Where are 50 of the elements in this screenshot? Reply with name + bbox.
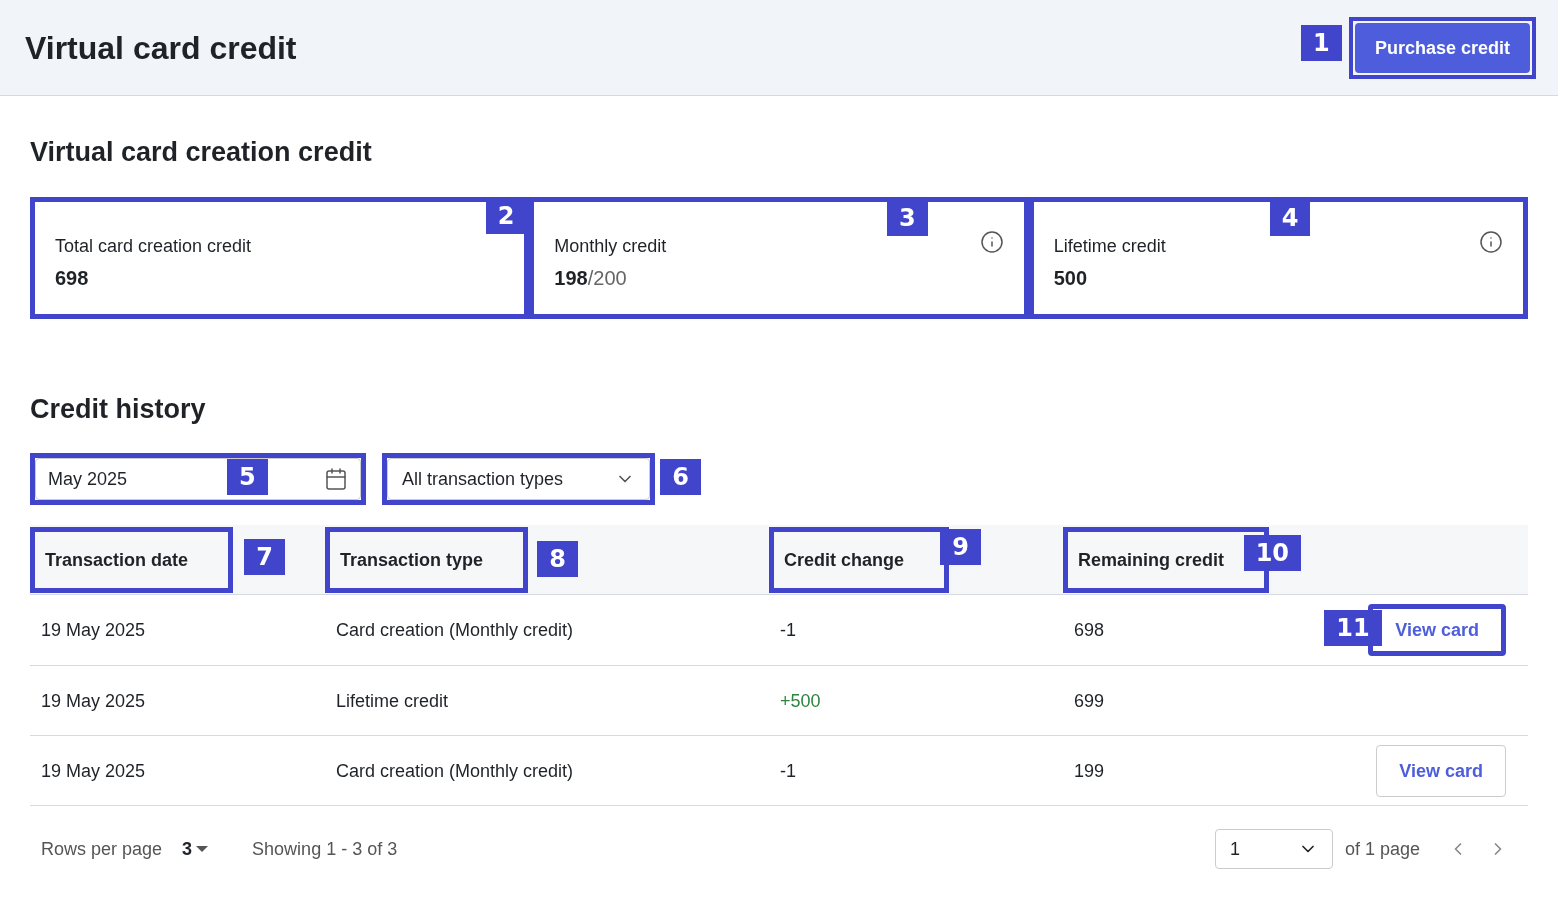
rows-per-page-select[interactable]: 3 xyxy=(182,835,209,863)
section-title: Virtual card creation credit xyxy=(30,136,373,169)
table-cell: 699 xyxy=(1074,690,1105,711)
table-cell: Lifetime credit xyxy=(336,690,449,711)
card-label: Total card creation credit xyxy=(55,234,252,258)
card-value: 698 xyxy=(55,266,89,289)
table-cell: -1 xyxy=(780,620,796,640)
table-cell: +500 xyxy=(780,690,821,711)
column-header[interactable]: Transaction type xyxy=(340,549,484,570)
callout-badge: 3 xyxy=(886,199,928,236)
purchase-credit-button[interactable]: Purchase credit xyxy=(1354,22,1530,73)
callout-badge: 11 xyxy=(1324,610,1382,646)
table-cell: Card creation (Monthly credit) xyxy=(336,760,574,781)
page-select[interactable]: 1 xyxy=(1214,829,1333,869)
column-header[interactable]: Credit change xyxy=(784,549,905,570)
table-cell: 19 May 2025 xyxy=(41,620,146,640)
column-header[interactable]: Transaction date xyxy=(45,549,189,570)
table-cell: 698 xyxy=(1074,620,1105,640)
callout-badge: 1 xyxy=(1300,24,1342,61)
info-icon[interactable] xyxy=(979,229,1004,254)
showing-text: Showing 1 - 3 of 3 xyxy=(252,838,398,861)
card-label: Monthly credit xyxy=(554,234,667,258)
view-card-button[interactable]: View card xyxy=(1376,744,1506,797)
callout-badge: 4 xyxy=(1269,199,1311,236)
card-label: Lifetime credit xyxy=(1053,234,1166,258)
callout-badge: 5 xyxy=(227,459,268,495)
callout-badge: 8 xyxy=(537,540,579,577)
page-count: of 1 page xyxy=(1344,838,1420,861)
callout-badge: 6 xyxy=(660,459,701,495)
table-cell: 199 xyxy=(1074,760,1105,781)
table-cell: 19 May 2025 xyxy=(41,760,146,781)
card-value: 198 xyxy=(554,266,588,289)
page-title: Virtual card credit xyxy=(25,28,297,68)
card-value: 500 xyxy=(1053,266,1088,289)
callout-badge: 7 xyxy=(244,538,286,575)
calendar-icon[interactable] xyxy=(324,467,348,491)
rows-per-page-label: Rows per page xyxy=(40,838,163,861)
table-cell: 19 May 2025 xyxy=(41,690,146,711)
info-icon[interactable] xyxy=(1479,229,1503,254)
view-card-button[interactable]: View card xyxy=(1368,604,1506,656)
callout-badge: 9 xyxy=(940,528,982,565)
date-value: May 2025 xyxy=(48,468,128,491)
table-cell: Card creation (Monthly credit) xyxy=(336,620,574,640)
section-title: Credit history xyxy=(30,392,207,426)
type-dropdown[interactable]: All transaction types xyxy=(387,458,650,500)
column-header[interactable]: Remaining credit xyxy=(1078,549,1225,570)
card-total: /200 xyxy=(587,266,627,289)
table-cell: -1 xyxy=(780,760,796,781)
caret-icon xyxy=(196,846,209,852)
callout-badge: 10 xyxy=(1243,534,1302,571)
